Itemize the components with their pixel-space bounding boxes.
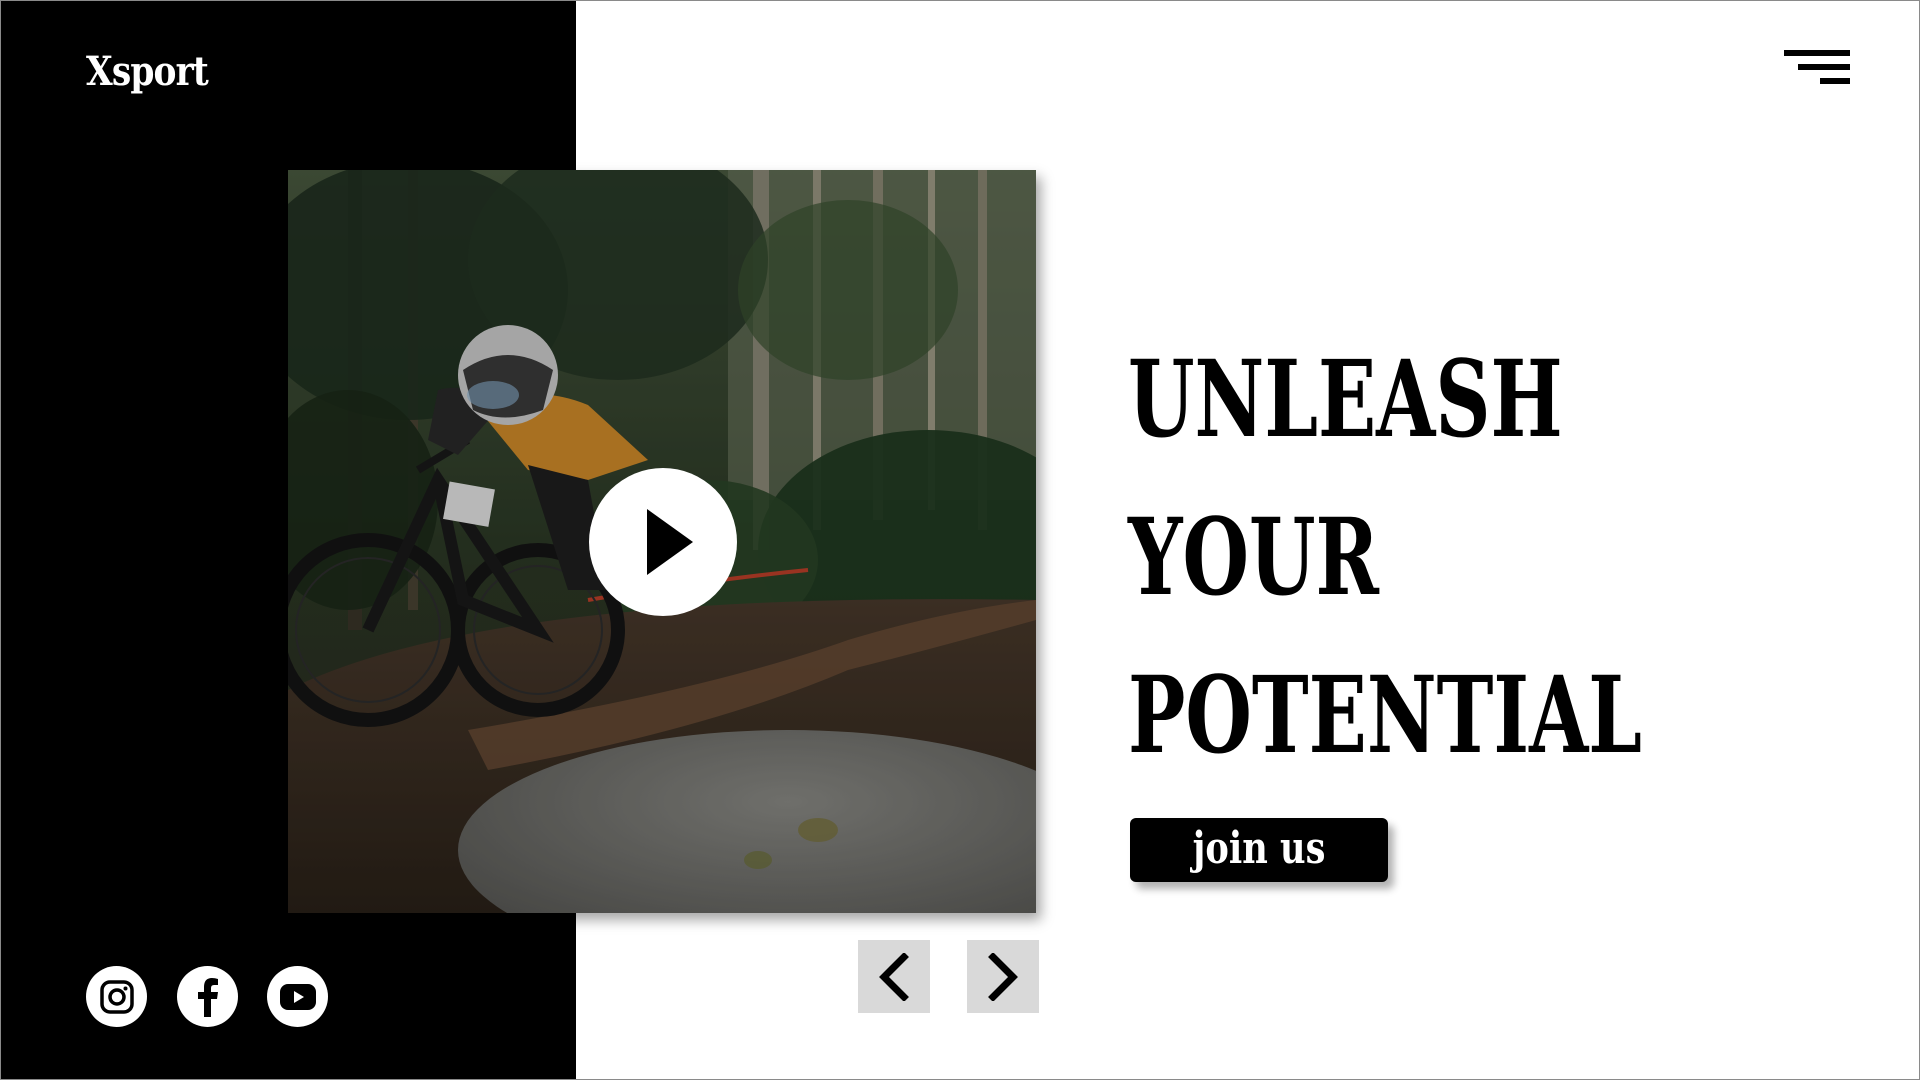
chevron-left-icon xyxy=(879,952,909,1001)
join-us-label: join us xyxy=(1192,822,1326,874)
headline-line-1: UNLEASH xyxy=(1128,336,1563,461)
carousel-prev-button[interactable] xyxy=(858,940,930,1013)
facebook-icon xyxy=(197,977,218,1017)
youtube-icon xyxy=(279,983,316,1010)
join-us-button[interactable]: join us xyxy=(1130,818,1388,882)
headline: UNLEASH YOUR POTENTIAL xyxy=(1128,320,1842,794)
instagram-link[interactable] xyxy=(86,966,147,1027)
instagram-icon xyxy=(99,979,134,1014)
chevron-right-icon xyxy=(988,952,1018,1001)
hamburger-menu-icon[interactable] xyxy=(1780,48,1850,88)
youtube-link[interactable] xyxy=(267,966,328,1027)
brand-logo[interactable]: Xsport xyxy=(86,48,209,95)
carousel-next-button[interactable] xyxy=(967,940,1039,1013)
headline-line-2: YOUR xyxy=(1128,494,1379,619)
facebook-link[interactable] xyxy=(177,966,238,1027)
headline-line-3: POTENTIAL xyxy=(1128,652,1642,777)
play-icon xyxy=(647,509,693,575)
play-video-button[interactable] xyxy=(589,468,737,616)
